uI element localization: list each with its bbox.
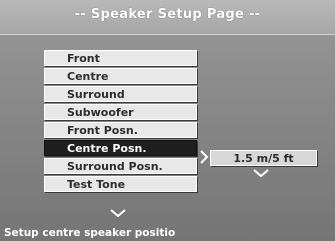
page-title: -- Speaker Setup Page -- bbox=[74, 7, 261, 22]
menu-item-label: Centre bbox=[67, 70, 109, 83]
menu-item-centre[interactable]: Centre bbox=[44, 68, 197, 84]
menu-item-label: Subwoofer bbox=[67, 106, 134, 119]
menu-item-subwoofer[interactable]: Subwoofer bbox=[44, 104, 197, 120]
centre-position-value: 1.5 m/5 ft bbox=[233, 152, 294, 165]
title-bar: -- Speaker Setup Page -- bbox=[0, 0, 335, 35]
chevron-down-icon[interactable] bbox=[110, 209, 126, 217]
menu-item-test-tone[interactable]: Test Tone bbox=[44, 176, 197, 192]
menu-item-front[interactable]: Front bbox=[44, 50, 197, 66]
speaker-setup-menu: Front Centre Surround Subwoofer Front Po… bbox=[44, 50, 197, 194]
centre-position-value-box[interactable]: 1.5 m/5 ft bbox=[210, 150, 317, 166]
setup-screen: -- Speaker Setup Page -- Front Centre Su… bbox=[0, 0, 335, 241]
chevron-down-icon[interactable] bbox=[253, 169, 269, 177]
menu-item-label: Centre Posn. bbox=[67, 142, 147, 155]
chevron-right-icon bbox=[200, 150, 209, 164]
menu-item-label: Front bbox=[67, 52, 100, 65]
menu-item-label: Test Tone bbox=[67, 178, 126, 191]
menu-item-label: Surround Posn. bbox=[67, 160, 163, 173]
menu-item-label: Surround bbox=[67, 88, 125, 101]
menu-item-surround-posn[interactable]: Surround Posn. bbox=[44, 158, 197, 174]
status-help-text: Setup centre speaker positio bbox=[4, 227, 176, 239]
menu-item-front-posn[interactable]: Front Posn. bbox=[44, 122, 197, 138]
menu-item-surround[interactable]: Surround bbox=[44, 86, 197, 102]
menu-item-label: Front Posn. bbox=[67, 124, 138, 137]
menu-item-centre-posn[interactable]: Centre Posn. bbox=[44, 140, 197, 156]
